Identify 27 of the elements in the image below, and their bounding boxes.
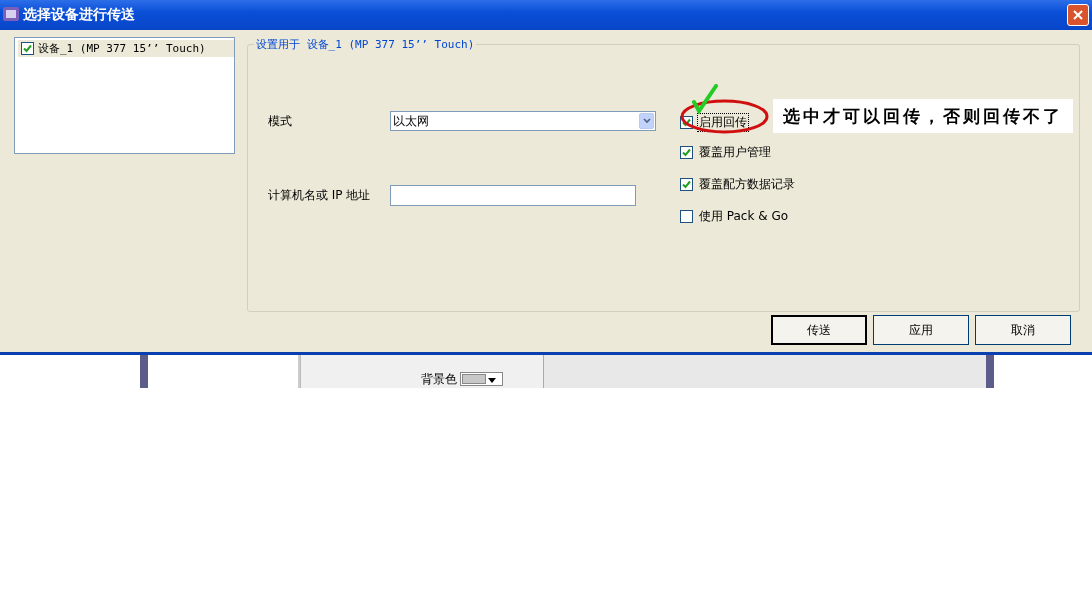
annotation-note: 选中才可以回传，否则回传不了 xyxy=(773,99,1073,133)
check-mark-icon xyxy=(692,84,718,114)
color-picker[interactable] xyxy=(460,372,503,386)
option-label: 覆盖用户管理 xyxy=(698,143,772,161)
checkbox[interactable] xyxy=(680,177,693,191)
window-title: 选择设备进行传送 xyxy=(23,6,136,24)
dialog-button[interactable]: 传送 xyxy=(771,315,867,345)
device-list-item[interactable]: 设备_1 (MP 377 15’’ Touch) xyxy=(18,40,234,57)
dialog-button[interactable]: 取消 xyxy=(975,315,1071,345)
option-label: 使用 Pack & Go xyxy=(698,207,790,225)
option-label: 启用回传 xyxy=(697,112,749,132)
field-label: 背景色 xyxy=(421,372,457,386)
mode-dropdown[interactable]: 以太网 xyxy=(390,111,656,131)
close-icon xyxy=(1072,9,1084,21)
close-button[interactable] xyxy=(1067,4,1089,26)
dialog-button[interactable]: 应用 xyxy=(873,315,969,345)
checkbox[interactable] xyxy=(680,145,693,159)
checkbox[interactable] xyxy=(21,42,34,55)
address-field[interactable] xyxy=(390,185,636,206)
window-border xyxy=(140,355,148,388)
field-label: 计算机名或 IP 地址 xyxy=(268,187,372,204)
group-title: 设置用于 设备_1 (MP 377 15’’ Touch) xyxy=(254,37,477,52)
checkbox[interactable] xyxy=(680,209,693,223)
device-label: 设备_1 (MP 377 15’’ Touch) xyxy=(38,41,206,56)
window-border xyxy=(986,355,994,388)
option-label: 覆盖配方数据记录 xyxy=(698,175,796,193)
field-label: 模式 xyxy=(268,112,293,130)
